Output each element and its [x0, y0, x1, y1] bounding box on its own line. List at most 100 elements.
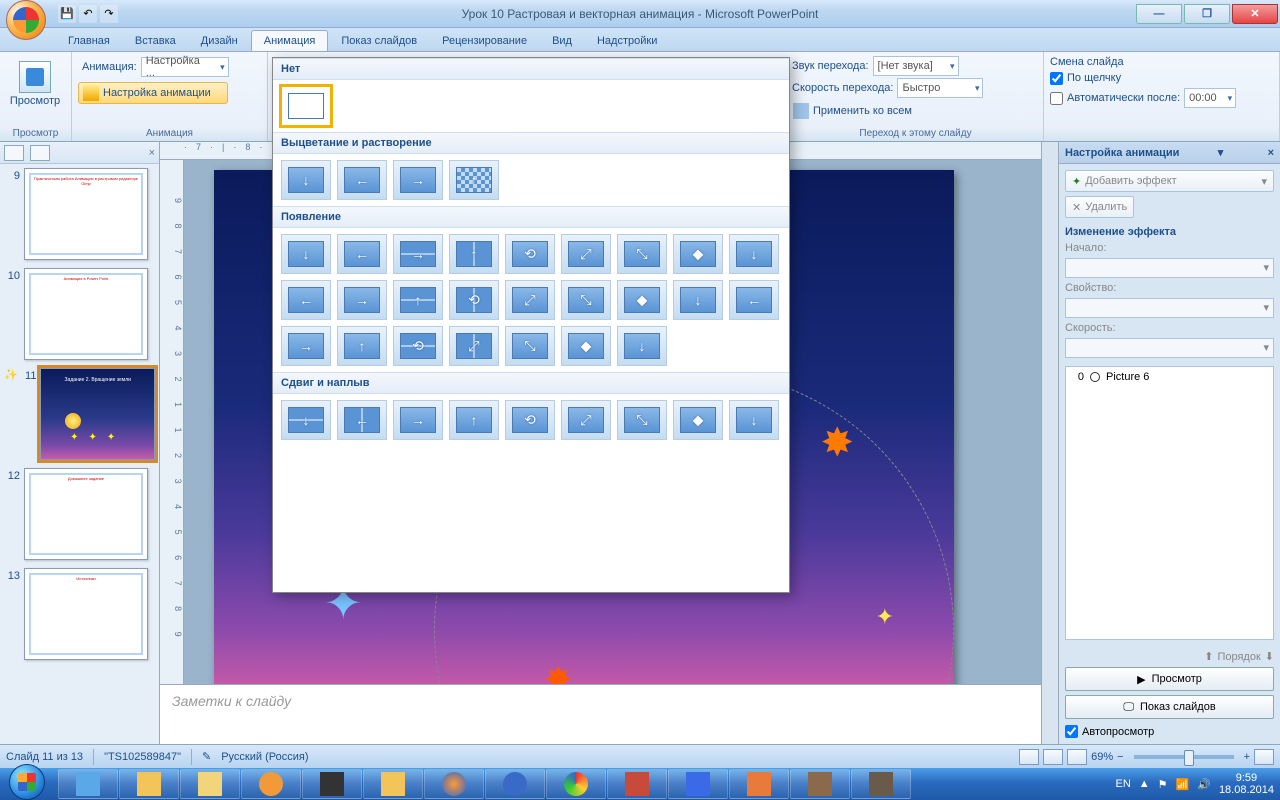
start-button[interactable] [0, 768, 54, 800]
auto-time-spinner[interactable]: 00:00 [1184, 88, 1236, 108]
minimize-button[interactable]: — [1136, 4, 1182, 24]
transition-item[interactable]: ← [337, 400, 387, 440]
taskbar-app[interactable] [58, 769, 118, 799]
transition-item[interactable]: ↑ [393, 280, 443, 320]
taskbar-app[interactable] [241, 769, 301, 799]
slide-thumbnail[interactable]: Анимация в Power Point [24, 268, 148, 360]
slide-thumbnail[interactable]: Практическая работа Анимация в растровом… [24, 168, 148, 260]
tab-addins[interactable]: Надстройки [585, 31, 669, 51]
yellow-star-icon[interactable]: ✦ [876, 604, 894, 630]
transition-item[interactable]: ↓ [617, 326, 667, 366]
transition-item[interactable]: ◆ [673, 400, 723, 440]
preview-anim-button[interactable]: ▶Просмотр [1065, 667, 1274, 691]
redo-button[interactable]: ↷ [100, 5, 118, 23]
tab-design[interactable]: Дизайн [189, 31, 250, 51]
transition-item[interactable]: ← [281, 280, 331, 320]
transition-item[interactable]: ⤡ [505, 326, 555, 366]
move-up-icon[interactable]: ⬆ [1204, 650, 1213, 663]
speed-combo[interactable]: Быстро [897, 78, 983, 98]
close-button[interactable]: ✕ [1232, 4, 1278, 24]
transition-item[interactable]: → [393, 400, 443, 440]
slide-thumbnail[interactable]: Домашнее задание [24, 468, 148, 560]
transition-item[interactable]: ⤡ [617, 400, 667, 440]
slideshow-button[interactable]: 🖵Показ слайдов [1065, 695, 1274, 719]
transition-item[interactable]: ↑ [449, 160, 499, 200]
slide-thumbnail[interactable]: Источники [24, 568, 148, 660]
tab-view[interactable]: Вид [540, 31, 584, 51]
flag-icon[interactable]: ⚑ [1158, 778, 1168, 791]
transition-item[interactable]: ⤢ [449, 326, 499, 366]
tray-up-icon[interactable]: ▲ [1139, 778, 1150, 790]
speed-combo[interactable] [1065, 338, 1274, 358]
close-pane-icon[interactable]: × [1268, 147, 1274, 159]
transition-item[interactable]: ⟲ [449, 280, 499, 320]
thumb-row[interactable]: 12Домашнее задание [4, 468, 155, 560]
transition-item[interactable]: → [281, 326, 331, 366]
panel-close-icon[interactable]: × [149, 147, 155, 159]
transition-item[interactable]: ← [337, 234, 387, 274]
transition-item[interactable]: ⟲ [393, 326, 443, 366]
animation-settings-button[interactable]: Настройка анимации [78, 82, 228, 104]
transition-item[interactable]: ↑ [449, 400, 499, 440]
thumb-row[interactable]: ✨11Задание 2. Вращение земли✦✦✦ [4, 368, 155, 460]
transition-item[interactable]: ⟲ [505, 400, 555, 440]
preview-button[interactable]: Просмотр [6, 56, 64, 112]
transition-item[interactable]: ⟲ [505, 234, 555, 274]
transition-item[interactable]: ⤢ [561, 400, 611, 440]
slide-thumbnail[interactable]: Задание 2. Вращение земли✦✦✦ [40, 368, 155, 460]
transition-item[interactable]: ⤡ [561, 280, 611, 320]
transition-item[interactable]: ↑ [449, 234, 499, 274]
taskbar-app[interactable] [790, 769, 850, 799]
tab-insert[interactable]: Вставка [123, 31, 188, 51]
sound-combo[interactable]: [Нет звука] [873, 56, 959, 76]
effect-item[interactable]: 0 Picture 6 [1068, 369, 1271, 385]
tab-home[interactable]: Главная [56, 31, 122, 51]
zoom-in-icon[interactable]: + [1244, 751, 1250, 763]
transition-item[interactable]: ← [729, 280, 779, 320]
effect-list[interactable]: 0 Picture 6 [1065, 366, 1274, 640]
zoom-slider[interactable] [1134, 755, 1234, 759]
fit-view-button[interactable] [1254, 749, 1274, 765]
property-combo[interactable] [1065, 298, 1274, 318]
transition-item[interactable]: ↓ [729, 234, 779, 274]
orange-star-icon[interactable]: ✸ [820, 420, 854, 466]
language-indicator[interactable]: Русский (Россия) [221, 751, 308, 763]
spellcheck-icon[interactable]: ✎ [202, 750, 211, 763]
scrollbar-vertical[interactable] [1041, 142, 1058, 744]
taskbar-app[interactable] [119, 769, 179, 799]
taskbar-app[interactable] [363, 769, 423, 799]
transition-item[interactable]: ↓ [673, 280, 723, 320]
transition-item[interactable]: → [393, 160, 443, 200]
transition-item[interactable]: ↓ [281, 234, 331, 274]
undo-button[interactable]: ↶ [79, 5, 97, 23]
transition-gallery[interactable]: Нет Выцветание и растворение ↓←→↑ Появле… [272, 57, 790, 593]
transition-item[interactable]: ⤢ [561, 234, 611, 274]
taskbar-app[interactable] [180, 769, 240, 799]
transition-none[interactable] [281, 86, 331, 126]
transition-item[interactable]: ↓ [281, 400, 331, 440]
move-down-icon[interactable]: ⬇ [1265, 650, 1274, 663]
outline-tab[interactable] [30, 145, 50, 161]
tab-animation[interactable]: Анимация [251, 30, 329, 51]
volume-icon[interactable]: 🔊 [1197, 778, 1211, 791]
transition-item[interactable]: ◆ [561, 326, 611, 366]
zoom-out-icon[interactable]: − [1117, 751, 1123, 763]
taskbar-app[interactable] [607, 769, 667, 799]
slides-tab[interactable] [4, 145, 24, 161]
maximize-button[interactable]: ❐ [1184, 4, 1230, 24]
lang-indicator[interactable]: EN [1115, 778, 1130, 790]
apply-all-button[interactable]: Применить ко всем [788, 100, 983, 122]
taskbar-app[interactable] [485, 769, 545, 799]
transition-item[interactable]: ↑ [337, 326, 387, 366]
transition-item[interactable]: ← [337, 160, 387, 200]
dropdown-icon[interactable]: ▾ [1218, 146, 1224, 159]
transition-item[interactable]: ◆ [673, 234, 723, 274]
save-button[interactable]: 💾 [58, 5, 76, 23]
transition-item[interactable]: ↓ [729, 400, 779, 440]
tab-review[interactable]: Рецензирование [430, 31, 539, 51]
transition-item[interactable]: → [393, 234, 443, 274]
transition-item[interactable]: ↓ [281, 160, 331, 200]
office-button[interactable] [6, 0, 46, 40]
auto-after-checkbox[interactable]: Автоматически после:00:00 [1050, 88, 1273, 108]
taskbar-app[interactable] [424, 769, 484, 799]
